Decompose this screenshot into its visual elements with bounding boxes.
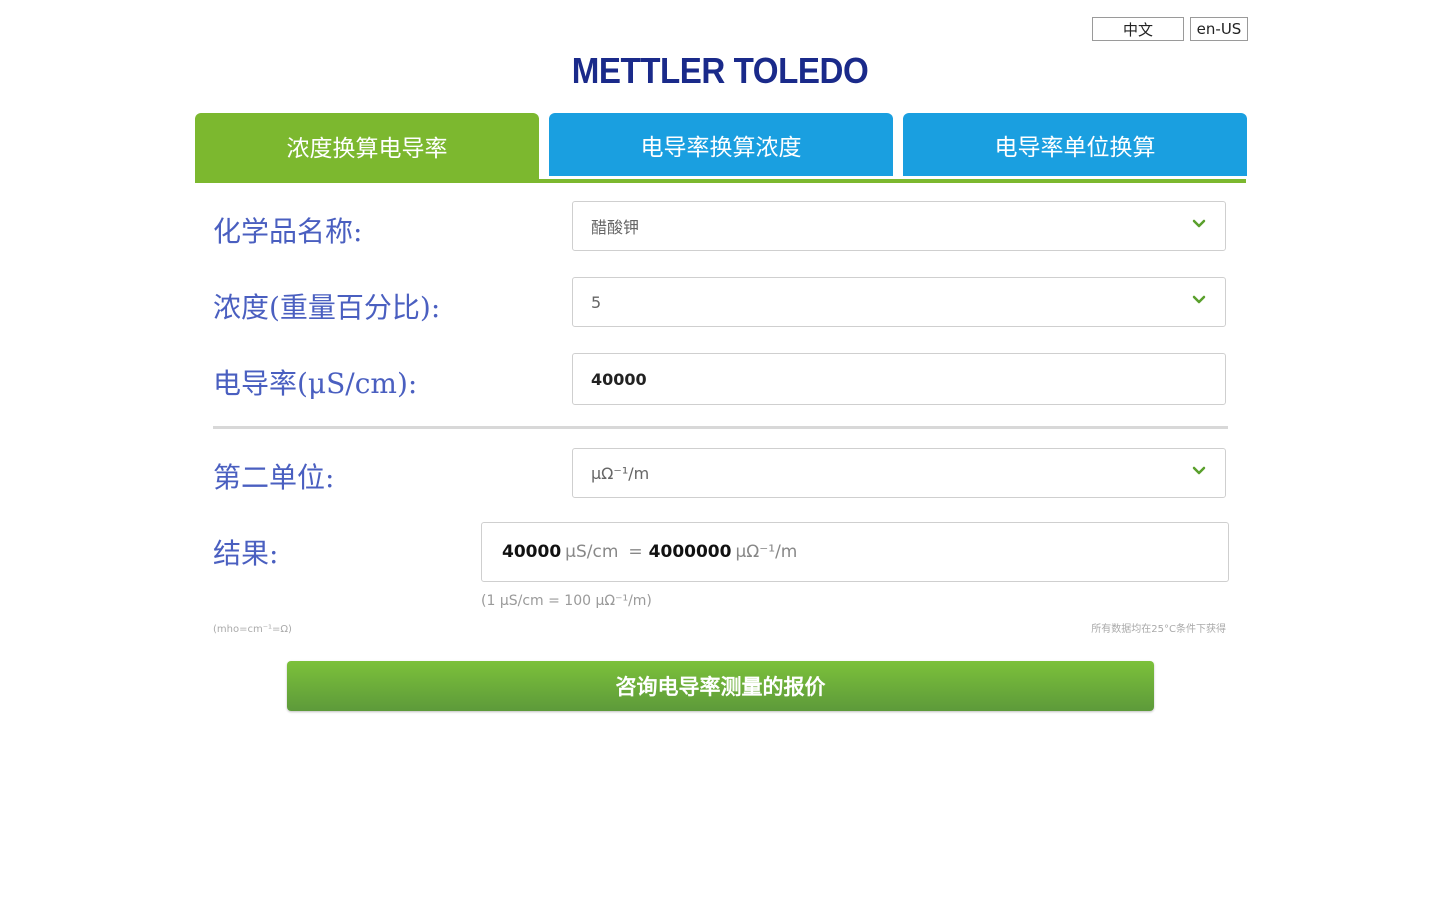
result-label: 结果: [213,537,279,570]
chemical-select-value: 醋酸钾 [591,218,640,237]
result-equals: = [628,542,643,562]
unit-footnote: (mho=cm⁻¹=Ω) [213,624,292,635]
chemical-select[interactable]: 醋酸钾 [572,201,1226,251]
chevron-down-icon [1192,219,1206,228]
result-value: 40000 [502,542,562,562]
chemical-label: 化学品名称: [213,215,363,248]
result-unit: μS/cm [565,542,619,562]
result-box: 40000 μS/cm = 4000000 μΩ⁻¹/m [481,522,1229,582]
chevron-down-icon [1192,466,1206,475]
concentration-select-value: 5 [591,292,602,312]
conductivity-input-value: 40000 [591,369,647,389]
language-switcher: 中文 en-US [1092,17,1248,41]
result-converted-value: 4000000 [648,542,732,562]
tab-bar: 浓度换算电导率 电导率换算浓度 电导率单位换算 [195,113,1247,183]
concentration-select[interactable]: 5 [572,277,1226,327]
section-divider [213,426,1228,429]
conductivity-label: 电导率(μS/cm): [213,367,418,400]
brand-logo: METTLER TOLEDO [571,50,869,91]
tab-conductivity-to-concentration[interactable]: 电导率换算浓度 [549,113,893,176]
lang-zh-button[interactable]: 中文 [1092,17,1184,41]
temperature-footnote: 所有数据均在25°C条件下获得 [1091,624,1226,635]
second-unit-label: 第二单位: [213,461,335,494]
concentration-label: 浓度(重量百分比): [213,291,441,324]
lang-en-button[interactable]: en-US [1190,17,1248,41]
result-converted-unit: μΩ⁻¹/m [735,542,798,562]
chevron-down-icon [1192,295,1206,304]
second-unit-select[interactable]: μΩ⁻¹/m [572,448,1226,498]
conversion-ratio-note: (1 μS/cm = 100 μΩ⁻¹/m) [481,593,652,609]
request-quote-button[interactable]: 咨询电导率测量的报价 [287,661,1154,711]
conductivity-input[interactable]: 40000 [572,353,1226,405]
tab-concentration-to-conductivity[interactable]: 浓度换算电导率 [195,113,539,179]
tab-conductivity-unit-conversion[interactable]: 电导率单位换算 [903,113,1247,176]
second-unit-select-value: μΩ⁻¹/m [591,463,650,483]
